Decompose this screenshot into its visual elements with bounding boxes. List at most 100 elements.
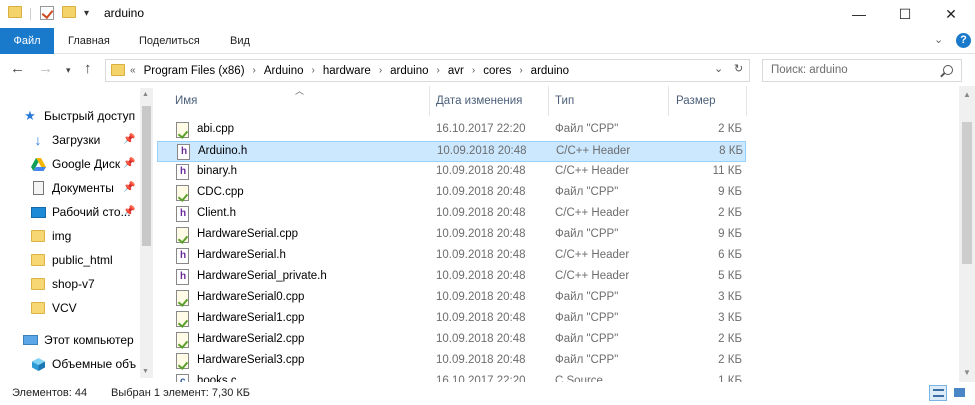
pin-icon[interactable]: 📌 bbox=[123, 182, 135, 193]
breadcrumb-item[interactable]: hardware bbox=[323, 65, 371, 77]
file-size: 2 КБ bbox=[718, 354, 742, 366]
tab-share[interactable]: Поделиться bbox=[139, 28, 200, 54]
file-date: 10.09.2018 20:48 bbox=[436, 354, 526, 366]
scroll-down-icon[interactable]: ▼ bbox=[142, 368, 149, 375]
sidebar-item-this-pc[interactable]: Этот компьютер bbox=[22, 328, 153, 352]
chevron-right-icon[interactable]: › bbox=[437, 65, 440, 76]
scroll-up-icon[interactable]: ▲ bbox=[963, 90, 971, 99]
back-icon[interactable]: ← bbox=[10, 60, 25, 77]
tab-home[interactable]: Главная bbox=[68, 28, 110, 54]
table-row[interactable]: Arduino.h 10.09.2018 20:48 C/C++ Header 8 К… bbox=[157, 141, 746, 162]
expand-ribbon-icon[interactable]: ⌄ bbox=[934, 33, 943, 46]
sidebar-item-label: Рабочий сто... bbox=[52, 205, 131, 219]
scrollbar-thumb[interactable] bbox=[142, 106, 151, 246]
close-button[interactable]: ✕ bbox=[928, 0, 974, 28]
table-row[interactable]: HardwareSerial.cpp 10.09.2018 20:48 Файл "… bbox=[157, 225, 746, 246]
recent-locations-icon[interactable]: ▾ bbox=[66, 65, 71, 76]
file-date: 10.09.2018 20:48 bbox=[436, 333, 526, 345]
table-row[interactable]: HardwareSerial0.cpp 10.09.2018 20:48 Файл … bbox=[157, 288, 746, 309]
table-row[interactable]: HardwareSerial_private.h 10.09.2018 20:48… bbox=[157, 267, 746, 288]
file-name: HardwareSerial0.cpp bbox=[197, 291, 305, 303]
file-type: Файл "CPP" bbox=[555, 333, 619, 345]
column-divider[interactable] bbox=[746, 86, 747, 116]
breadcrumb-item[interactable]: arduino bbox=[531, 65, 569, 77]
table-row[interactable]: hooks.c 16.10.2017 22:20 C Source 1 КБ bbox=[157, 372, 746, 382]
sidebar-item-label: Этот компьютер bbox=[44, 333, 134, 347]
pin-icon[interactable]: 📌 bbox=[123, 134, 135, 145]
address-dropdown-icon[interactable]: ⌄ bbox=[714, 62, 723, 75]
pin-icon[interactable]: 📌 bbox=[123, 206, 135, 217]
file-name: HardwareSerial1.cpp bbox=[197, 312, 305, 324]
breadcrumb-item[interactable]: cores bbox=[483, 65, 511, 77]
cpp-file-icon bbox=[176, 185, 189, 201]
up-icon[interactable]: ↑ bbox=[84, 60, 92, 77]
properties-icon[interactable] bbox=[40, 6, 54, 20]
search-icon[interactable] bbox=[943, 65, 953, 75]
column-header-size[interactable]: Размер bbox=[658, 86, 746, 116]
refresh-icon[interactable]: ↻ bbox=[734, 62, 743, 75]
column-header-name[interactable]: Имя bbox=[157, 86, 429, 116]
chevron-right-icon[interactable]: › bbox=[519, 65, 522, 76]
pin-icon[interactable]: 📌 bbox=[123, 158, 135, 169]
table-row[interactable]: Client.h 10.09.2018 20:48 C/C++ Header 2 КБ bbox=[157, 204, 746, 225]
maximize-button[interactable]: ☐ bbox=[882, 0, 928, 28]
table-row[interactable]: HardwareSerial.h 10.09.2018 20:48 C/C++ He… bbox=[157, 246, 746, 267]
cpp-file-icon bbox=[176, 227, 189, 243]
breadcrumb-item[interactable]: avr bbox=[448, 65, 464, 77]
file-type: C/C++ Header bbox=[555, 165, 630, 177]
header-file-icon bbox=[177, 144, 190, 160]
table-row[interactable]: HardwareSerial2.cpp 10.09.2018 20:48 Файл … bbox=[157, 330, 746, 351]
scroll-down-icon[interactable]: ▼ bbox=[963, 368, 971, 377]
sidebar-item-public-html[interactable]: public_html bbox=[30, 248, 153, 272]
scrollbar-thumb[interactable] bbox=[962, 122, 972, 264]
minimize-button[interactable]: — bbox=[836, 0, 882, 28]
chevron-right-icon[interactable]: › bbox=[472, 65, 475, 76]
column-header-type[interactable]: Тип bbox=[537, 86, 657, 116]
breadcrumb-item[interactable]: Arduino bbox=[264, 65, 304, 77]
navigation-scrollbar[interactable]: ▲ ▼ bbox=[140, 88, 153, 378]
chevron-right-icon[interactable]: › bbox=[379, 65, 382, 76]
tab-view[interactable]: Вид bbox=[230, 28, 250, 54]
file-type: C/C++ Header bbox=[555, 249, 630, 261]
sidebar-item-quick-access[interactable]: ★ Быстрый доступ bbox=[22, 104, 153, 128]
search-input[interactable]: Поиск: arduino bbox=[762, 59, 962, 82]
sidebar-item-label: img bbox=[52, 229, 72, 243]
sidebar-item-3d-objects[interactable]: Объемные объ bbox=[30, 352, 153, 376]
details-view-button[interactable] bbox=[929, 385, 947, 401]
file-size: 5 КБ bbox=[718, 270, 742, 282]
scroll-up-icon[interactable]: ▲ bbox=[142, 91, 149, 98]
new-folder-icon[interactable] bbox=[62, 6, 76, 18]
table-row[interactable]: HardwareSerial1.cpp 10.09.2018 20:48 Файл … bbox=[157, 309, 746, 330]
sidebar-item-label: Google Диск bbox=[52, 157, 121, 171]
breadcrumb-item[interactable]: arduino bbox=[390, 65, 428, 77]
tab-file[interactable]: Файл bbox=[0, 28, 54, 54]
address-bar[interactable]: « Program Files (x86) › Arduino › hardwa… bbox=[105, 59, 750, 82]
file-size: 11 КБ bbox=[712, 165, 742, 177]
window-title: arduino bbox=[104, 6, 145, 20]
table-row[interactable]: CDC.cpp 10.09.2018 20:48 Файл "CPP" 9 КБ bbox=[157, 183, 746, 204]
column-header-date[interactable]: Дата изменения bbox=[418, 86, 548, 116]
file-list-scrollbar[interactable]: ▲ ▼ bbox=[959, 86, 975, 382]
folder-icon bbox=[30, 300, 46, 316]
file-name: CDC.cpp bbox=[197, 186, 244, 198]
customize-quick-access-icon[interactable]: ▾ bbox=[84, 8, 89, 19]
help-icon[interactable]: ? bbox=[956, 33, 971, 48]
chevron-right-icon[interactable]: › bbox=[253, 65, 256, 76]
large-icons-view-button[interactable] bbox=[951, 385, 969, 401]
sidebar-item-img[interactable]: img bbox=[30, 224, 153, 248]
file-date: 10.09.2018 20:48 bbox=[436, 249, 526, 261]
file-name: HardwareSerial.cpp bbox=[197, 228, 298, 240]
sidebar-item-label: shop-v7 bbox=[52, 277, 95, 291]
chevron-right-icon[interactable]: › bbox=[312, 65, 315, 76]
computer-icon bbox=[22, 332, 38, 348]
cpp-file-icon bbox=[176, 311, 189, 327]
breadcrumb-overflow[interactable]: « bbox=[130, 65, 136, 76]
table-row[interactable]: abi.cpp 16.10.2017 22:20 Файл "CPP" 2 КБ bbox=[157, 120, 746, 141]
file-date: 10.09.2018 20:48 bbox=[436, 186, 526, 198]
sidebar-item-shop-v7[interactable]: shop-v7 bbox=[30, 272, 153, 296]
breadcrumb-item[interactable]: Program Files (x86) bbox=[144, 65, 245, 77]
table-row[interactable]: HardwareSerial3.cpp 10.09.2018 20:48 Файл … bbox=[157, 351, 746, 372]
table-row[interactable]: binary.h 10.09.2018 20:48 C/C++ Header 11 К… bbox=[157, 162, 746, 183]
sidebar-item-vcv[interactable]: VCV bbox=[30, 296, 153, 320]
forward-icon[interactable]: → bbox=[38, 60, 53, 77]
